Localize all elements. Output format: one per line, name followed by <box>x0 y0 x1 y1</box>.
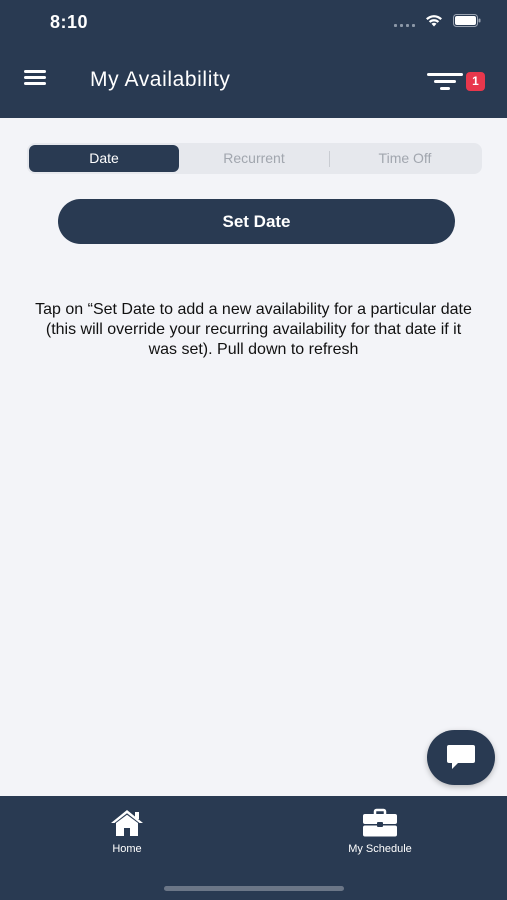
status-icons <box>394 14 481 27</box>
status-time: 8:10 <box>50 12 89 32</box>
set-date-button[interactable]: Set Date <box>58 199 455 244</box>
briefcase-icon <box>363 808 397 837</box>
wifi-icon <box>425 14 443 27</box>
tab-recurrent[interactable]: Recurrent <box>179 145 329 172</box>
home-icon <box>111 810 143 836</box>
nav-my-schedule-label: My Schedule <box>348 843 412 855</box>
availability-segmented-control: Date Recurrent Time Off <box>27 143 482 174</box>
instruction-text: Tap on “Set Date to add a new availabili… <box>35 301 472 358</box>
nav-home-label: Home <box>112 843 142 855</box>
chat-icon <box>447 745 475 769</box>
chat-button[interactable] <box>427 730 495 785</box>
filter-badge: 1 <box>466 72 485 91</box>
app-header: 8:10 My Availability 1 <box>0 0 507 118</box>
filter-icon[interactable] <box>427 71 463 91</box>
cellular-signal-icon <box>394 15 415 27</box>
bottom-navigation: Home My Schedule <box>0 796 507 900</box>
nav-home[interactable]: Home <box>67 808 187 855</box>
tab-time-off[interactable]: Time Off <box>330 145 480 172</box>
hamburger-menu-icon[interactable] <box>24 70 46 86</box>
tab-date[interactable]: Date <box>29 145 179 172</box>
home-indicator <box>164 886 344 891</box>
page-title: My Availability <box>90 68 231 91</box>
nav-my-schedule[interactable]: My Schedule <box>320 808 440 855</box>
battery-icon <box>453 14 481 27</box>
